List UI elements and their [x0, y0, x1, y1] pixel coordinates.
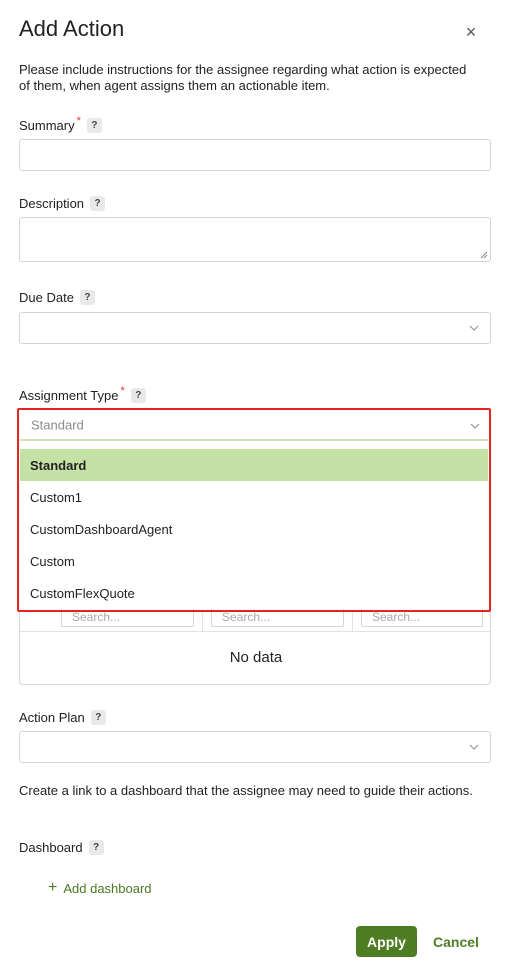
description-textarea[interactable]: [19, 217, 491, 262]
cancel-button[interactable]: Cancel: [433, 926, 479, 957]
close-icon[interactable]: ×: [463, 23, 479, 41]
required-marker: *: [76, 114, 81, 127]
dropdown-option-custom[interactable]: Custom: [20, 545, 488, 577]
help-icon[interactable]: ?: [86, 118, 102, 133]
resize-handle-icon[interactable]: [480, 251, 488, 259]
add-dashboard-label: Add dashboard: [63, 880, 152, 896]
dropdown-option-customflexquote[interactable]: CustomFlexQuote: [20, 577, 488, 609]
action-plan-label: Action Plan ?: [19, 710, 106, 725]
required-marker: *: [120, 384, 125, 397]
table-header-cell: Search...: [203, 607, 353, 631]
action-plan-select[interactable]: [19, 731, 491, 763]
data-table: Search... Search... Search... No data: [19, 607, 491, 685]
description-label: Description ?: [19, 196, 106, 211]
help-icon[interactable]: ?: [79, 290, 95, 305]
help-icon[interactable]: ?: [130, 388, 146, 403]
chevron-down-icon: [468, 741, 480, 753]
table-header-cell: Search...: [353, 607, 490, 631]
help-icon[interactable]: ?: [90, 196, 106, 211]
plus-icon: +: [48, 879, 58, 896]
assignment-type-label: Assignment Type * ?: [19, 384, 146, 403]
empty-state-text: No data: [229, 649, 283, 666]
add-dashboard-button[interactable]: + Add dashboard: [48, 880, 152, 896]
help-icon[interactable]: ?: [88, 840, 104, 855]
chevron-down-icon: [470, 416, 480, 434]
chevron-down-icon: [468, 322, 480, 334]
table-divider: [20, 631, 490, 632]
dropdown-option-customdashboardagent[interactable]: CustomDashboardAgent: [20, 513, 488, 545]
apply-button[interactable]: Apply: [356, 926, 417, 957]
dropdown-option-standard[interactable]: Standard: [20, 449, 488, 481]
due-date-label: Due Date ?: [19, 290, 95, 305]
due-date-select[interactable]: [19, 312, 491, 344]
dashboard-label: Dashboard ?: [19, 840, 104, 855]
dialog-title: Add Action: [19, 16, 125, 41]
help-icon[interactable]: ?: [90, 710, 106, 725]
summary-input[interactable]: [19, 139, 491, 171]
assignment-type-dropdown: Standard Custom1 CustomDashboardAgent Cu…: [20, 447, 488, 609]
assignment-type-select[interactable]: Standard: [20, 411, 488, 441]
table-header-cell: Search...: [20, 607, 203, 631]
dashboard-instructions: Create a link to a dashboard that the as…: [19, 783, 473, 798]
intro-text: Please include instructions for the assi…: [19, 62, 467, 93]
assignment-type-placeholder: Standard: [31, 417, 84, 433]
dropdown-option-custom1[interactable]: Custom1: [20, 481, 488, 513]
summary-label: Summary * ?: [19, 114, 102, 133]
